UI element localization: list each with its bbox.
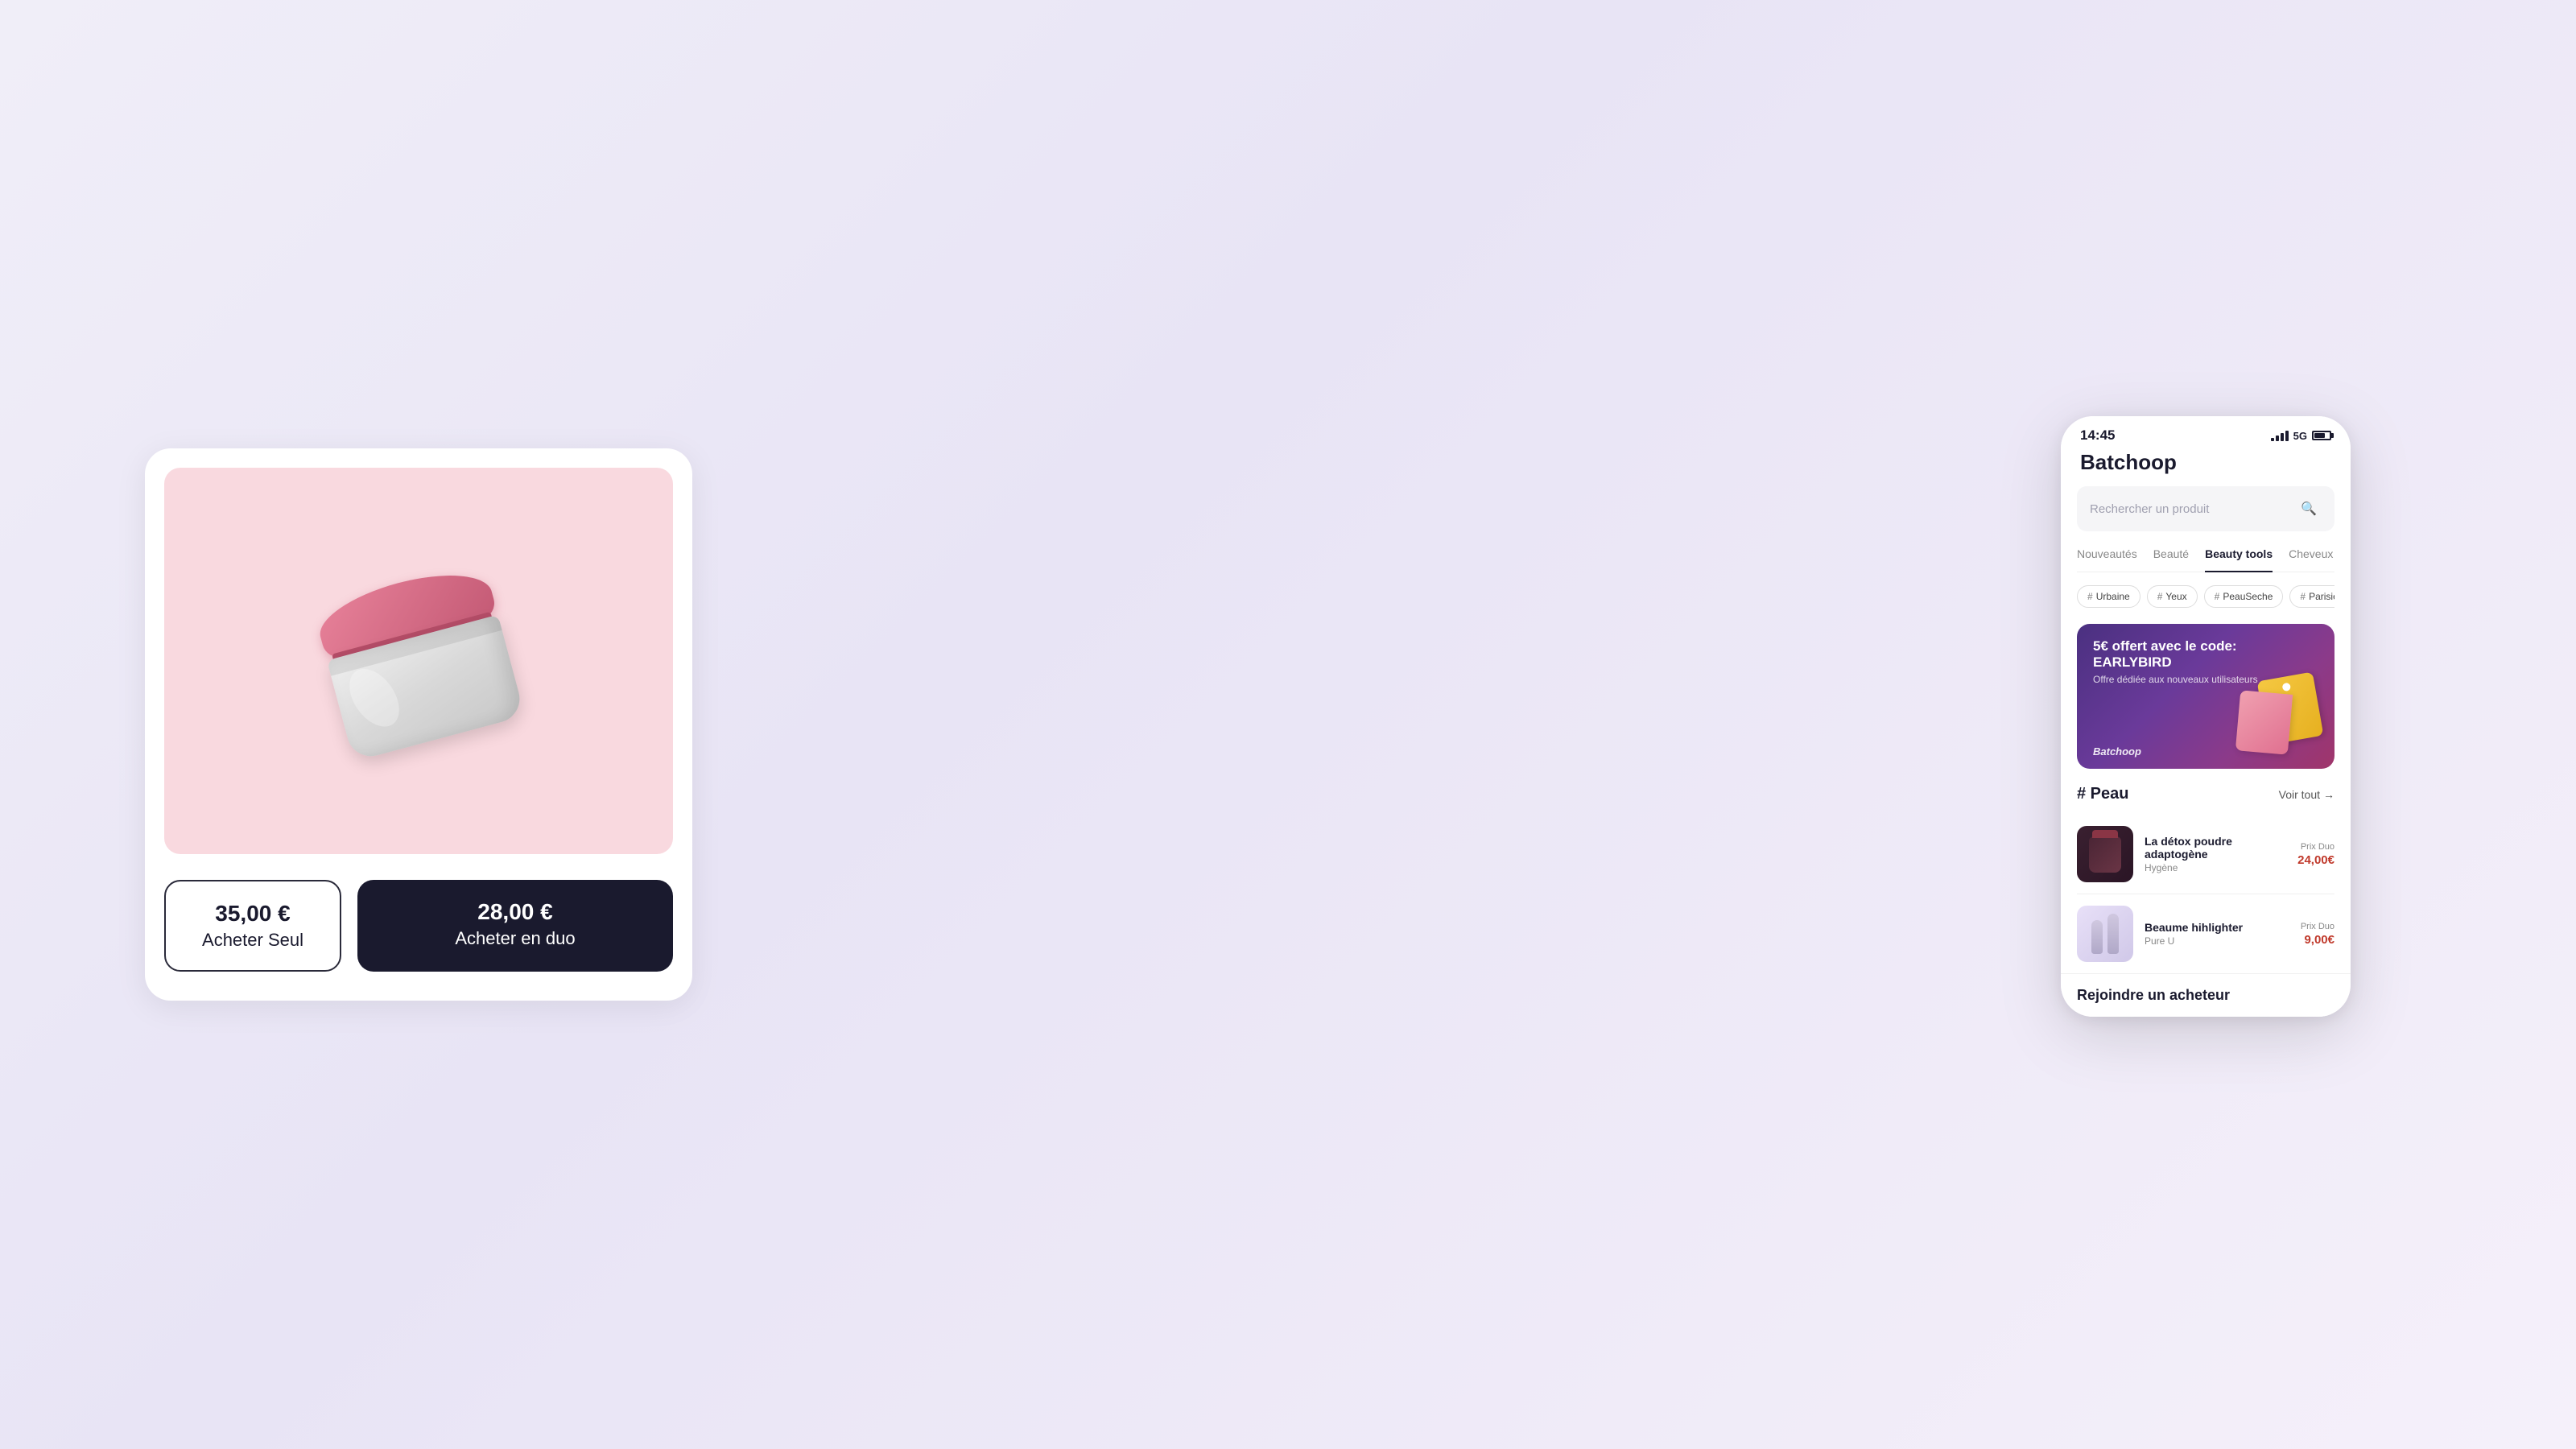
buy-buttons: 35,00 € Acheter Seul 28,00 € Acheter en … bbox=[164, 880, 673, 972]
voir-tout-button[interactable]: Voir tout → bbox=[2279, 788, 2334, 801]
rejoindre-section: Rejoindre un acheteur bbox=[2061, 973, 2351, 1017]
promo-title: 5€ offert avec le code: EARLYBIRD bbox=[2093, 638, 2318, 671]
search-placeholder: Rechercher un produit bbox=[2090, 502, 2209, 516]
thumb-stick-2 bbox=[2107, 914, 2119, 954]
peau-section-title: # Peau bbox=[2077, 785, 2128, 803]
status-bar: 14:45 5G bbox=[2061, 416, 2351, 450]
status-time: 14:45 bbox=[2080, 427, 2115, 444]
prix-duo-label-2: Prix Duo bbox=[2301, 922, 2334, 931]
signal-bar-3 bbox=[2281, 433, 2284, 441]
cream-jar-illustration bbox=[312, 560, 525, 762]
product-price-area-1: Prix Duo 24,00€ bbox=[2297, 842, 2334, 867]
product-image bbox=[164, 468, 673, 854]
battery-fill bbox=[2314, 433, 2325, 438]
phone-mockup: 14:45 5G Batchoop Rechercher un produit … bbox=[2061, 416, 2351, 1017]
thumb-jar-icon bbox=[2089, 836, 2121, 873]
duo-price: 28,00 € bbox=[477, 899, 552, 925]
product-name-1: La détox poudre adaptogène bbox=[2145, 835, 2286, 861]
battery-icon bbox=[2312, 431, 2331, 440]
network-type: 5G bbox=[2293, 430, 2307, 442]
thumb-stick-1 bbox=[2091, 920, 2103, 954]
thumb-sticks-icon bbox=[2091, 914, 2119, 954]
pill-peauseche[interactable]: # PeauSeche bbox=[2204, 585, 2284, 608]
hashtag-pills: # Urbaine # Yeux # PeauSeche # Parisienn… bbox=[2077, 585, 2334, 608]
promo-brand: Batchoop bbox=[2093, 745, 2141, 758]
product-item-1[interactable]: La détox poudre adaptogène Hygène Prix D… bbox=[2077, 815, 2334, 894]
promo-banner[interactable]: 5€ offert avec le code: EARLYBIRD Offre … bbox=[2077, 624, 2334, 769]
product-category-1: Hygène bbox=[2145, 862, 2286, 873]
single-price: 35,00 € bbox=[215, 901, 290, 927]
status-icons: 5G bbox=[2271, 430, 2331, 442]
tab-beaute[interactable]: Beauté bbox=[2153, 547, 2189, 564]
peau-section-header: # Peau Voir tout → bbox=[2077, 785, 2334, 803]
arrow-icon: → bbox=[2323, 788, 2334, 801]
duo-label: Acheter en duo bbox=[455, 928, 575, 949]
app-title: Batchoop bbox=[2077, 450, 2334, 475]
tab-cheveux[interactable]: Cheveux bbox=[2289, 547, 2333, 564]
pill-urbaine[interactable]: # Urbaine bbox=[2077, 585, 2140, 608]
product-name-2: Beaume hihlighter bbox=[2145, 921, 2289, 934]
search-icon[interactable]: 🔍 bbox=[2296, 496, 2322, 522]
product-info-1: La détox poudre adaptogène Hygène bbox=[2145, 835, 2286, 873]
pill-parisienne[interactable]: # Parisienne bbox=[2289, 585, 2334, 608]
signal-bar-2 bbox=[2276, 436, 2279, 441]
rejoindre-title: Rejoindre un acheteur bbox=[2077, 987, 2334, 1004]
signal-bar-1 bbox=[2271, 438, 2274, 441]
product-price-2: 9,00€ bbox=[2301, 933, 2334, 947]
product-category-2: Pure U bbox=[2145, 935, 2289, 947]
product-price-area-2: Prix Duo 9,00€ bbox=[2301, 922, 2334, 947]
search-bar[interactable]: Rechercher un produit 🔍 bbox=[2077, 486, 2334, 531]
tab-nouveautes[interactable]: Nouveautés bbox=[2077, 547, 2137, 564]
product-item-2[interactable]: Beaume hihlighter Pure U Prix Duo 9,00€ bbox=[2077, 894, 2334, 973]
product-price-1: 24,00€ bbox=[2297, 853, 2334, 867]
product-info-2: Beaume hihlighter Pure U bbox=[2145, 921, 2289, 947]
buy-duo-button[interactable]: 28,00 € Acheter en duo bbox=[357, 880, 673, 972]
phone-content: Batchoop Rechercher un produit 🔍 Nouveau… bbox=[2061, 450, 2351, 973]
product-thumb-1 bbox=[2077, 826, 2133, 882]
signal-bar-4 bbox=[2285, 431, 2289, 441]
buy-single-button[interactable]: 35,00 € Acheter Seul bbox=[164, 880, 341, 972]
signal-bars bbox=[2271, 431, 2289, 441]
prix-duo-label-1: Prix Duo bbox=[2297, 842, 2334, 852]
single-label: Acheter Seul bbox=[202, 930, 303, 951]
tag-ribbon bbox=[2235, 690, 2293, 754]
product-card: 35,00 € Acheter Seul 28,00 € Acheter en … bbox=[145, 448, 692, 1001]
nav-tabs: Nouveautés Beauté Beauty tools Cheveux bbox=[2077, 547, 2334, 572]
tab-beauty-tools[interactable]: Beauty tools bbox=[2205, 547, 2273, 572]
product-thumb-2 bbox=[2077, 906, 2133, 962]
price-tag-illustration bbox=[2238, 672, 2318, 753]
pill-yeux[interactable]: # Yeux bbox=[2147, 585, 2198, 608]
